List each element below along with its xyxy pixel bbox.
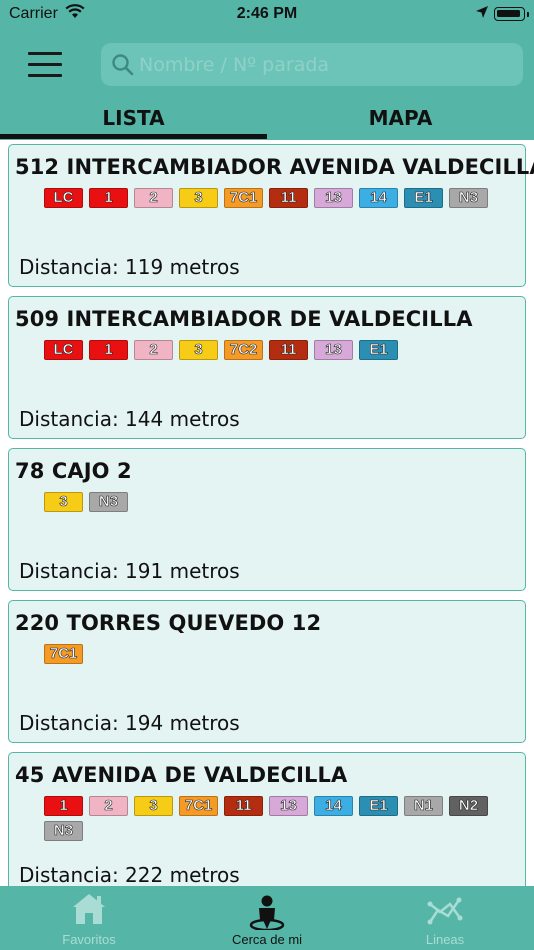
line-badge: 13: [314, 188, 353, 208]
line-badge: 11: [269, 340, 308, 360]
stop-title: 512 INTERCAMBIADOR AVENIDA VALDECILLA: [15, 155, 534, 179]
line-badge: 3: [134, 796, 173, 816]
line-badge: 7C1: [224, 188, 263, 208]
menu-icon[interactable]: [28, 52, 62, 78]
line-badge: E1: [359, 796, 398, 816]
tab-lineas-label: Lineas: [425, 932, 465, 947]
line-badge: 2: [89, 796, 128, 816]
stop-title: 220 TORRES QUEVEDO 12: [15, 611, 322, 635]
stop-distance: Distancia: 119 metros: [19, 255, 240, 279]
stop-card[interactable]: 78 CAJO 2 3 N3 Distancia: 191 metros: [8, 448, 526, 591]
line-badge: N3: [449, 188, 488, 208]
tab-cerca-de-mi-label: Cerca de mi: [231, 932, 303, 947]
line-badges: 1 2 3 7C1 11 13 14 E1 N1 N2 N3: [44, 796, 504, 846]
battery-icon: [494, 7, 525, 21]
line-badge: LC: [44, 188, 83, 208]
line-badge: 1: [89, 188, 128, 208]
line-badge: 7C1: [44, 644, 83, 664]
stop-card[interactable]: 45 AVENIDA DE VALDECILLA 1 2 3 7C1 11 13 14 E1 N…: [8, 752, 526, 886]
line-badge: 13: [314, 340, 353, 360]
tab-favoritos-label: Favoritos: [62, 932, 116, 947]
line-badge: 1: [44, 796, 83, 816]
line-badge: 3: [179, 340, 218, 360]
stop-distance: Distancia: 191 metros: [19, 559, 240, 583]
stop-title: 78 CAJO 2: [15, 459, 132, 483]
tab-mapa[interactable]: MAPA: [267, 100, 534, 140]
header: LISTA MAPA: [0, 28, 534, 140]
line-badge: 11: [269, 188, 308, 208]
bottom-tab-bar: Favoritos Cerca de mi Lineas: [0, 886, 534, 950]
line-badge: 7C2: [224, 340, 263, 360]
line-badge: E1: [359, 340, 398, 360]
line-badge: 2: [134, 340, 173, 360]
search-input[interactable]: [139, 43, 519, 86]
tab-lineas[interactable]: Lineas: [356, 886, 534, 950]
line-badges: 3 N3: [44, 492, 504, 517]
stop-card[interactable]: 220 TORRES QUEVEDO 12 7C1 Distancia: 194…: [8, 600, 526, 743]
tab-cerca-de-mi[interactable]: Cerca de mi: [178, 886, 356, 950]
stop-card[interactable]: 509 INTERCAMBIADOR DE VALDECILLA LC 1 2 3 7C…: [8, 296, 526, 439]
line-badges: LC 1 2 3 7C1 11 13 14 E1 N3: [44, 188, 504, 213]
stop-list[interactable]: 512 INTERCAMBIADOR AVENIDA VALDECILLA LC…: [0, 140, 534, 886]
line-badge: N1: [404, 796, 443, 816]
line-badge: 7C1: [179, 796, 218, 816]
search-icon: [111, 53, 135, 81]
stop-distance: Distancia: 222 metros: [19, 863, 240, 886]
stop-card[interactable]: 512 INTERCAMBIADOR AVENIDA VALDECILLA LC…: [8, 144, 534, 287]
stop-title: 509 INTERCAMBIADOR DE VALDECILLA: [15, 307, 473, 331]
line-badge: 1: [89, 340, 128, 360]
person-pin-icon: [178, 892, 356, 932]
line-badge: E1: [404, 188, 443, 208]
line-badge: 2: [134, 188, 173, 208]
line-badge: LC: [44, 340, 83, 360]
line-badge: N2: [449, 796, 488, 816]
line-badge: 11: [224, 796, 263, 816]
clock: 2:46 PM: [236, 5, 298, 22]
line-badges: 7C1: [44, 644, 504, 669]
location-arrow-icon: [475, 5, 489, 24]
status-bar: Carrier 2:46 PM: [0, 0, 534, 28]
line-badge: 3: [179, 188, 218, 208]
line-badges: LC 1 2 3 7C2 11 13 E1: [44, 340, 504, 365]
line-badge: 3: [44, 492, 83, 512]
tab-favoritos[interactable]: Favoritos: [0, 886, 178, 950]
stop-distance: Distancia: 194 metros: [19, 711, 240, 735]
home-icon: [0, 892, 178, 930]
line-badge: N3: [89, 492, 128, 512]
stop-title: 45 AVENIDA DE VALDECILLA: [15, 763, 348, 787]
stop-distance: Distancia: 144 metros: [19, 407, 240, 431]
line-badge: 14: [359, 188, 398, 208]
line-badge: 14: [314, 796, 353, 816]
search-box[interactable]: [101, 43, 523, 86]
tab-indicator: [0, 134, 267, 139]
battery-tip: [527, 12, 529, 17]
route-icon: [356, 892, 534, 930]
line-badge: 13: [269, 796, 308, 816]
line-badge: N3: [44, 821, 83, 841]
